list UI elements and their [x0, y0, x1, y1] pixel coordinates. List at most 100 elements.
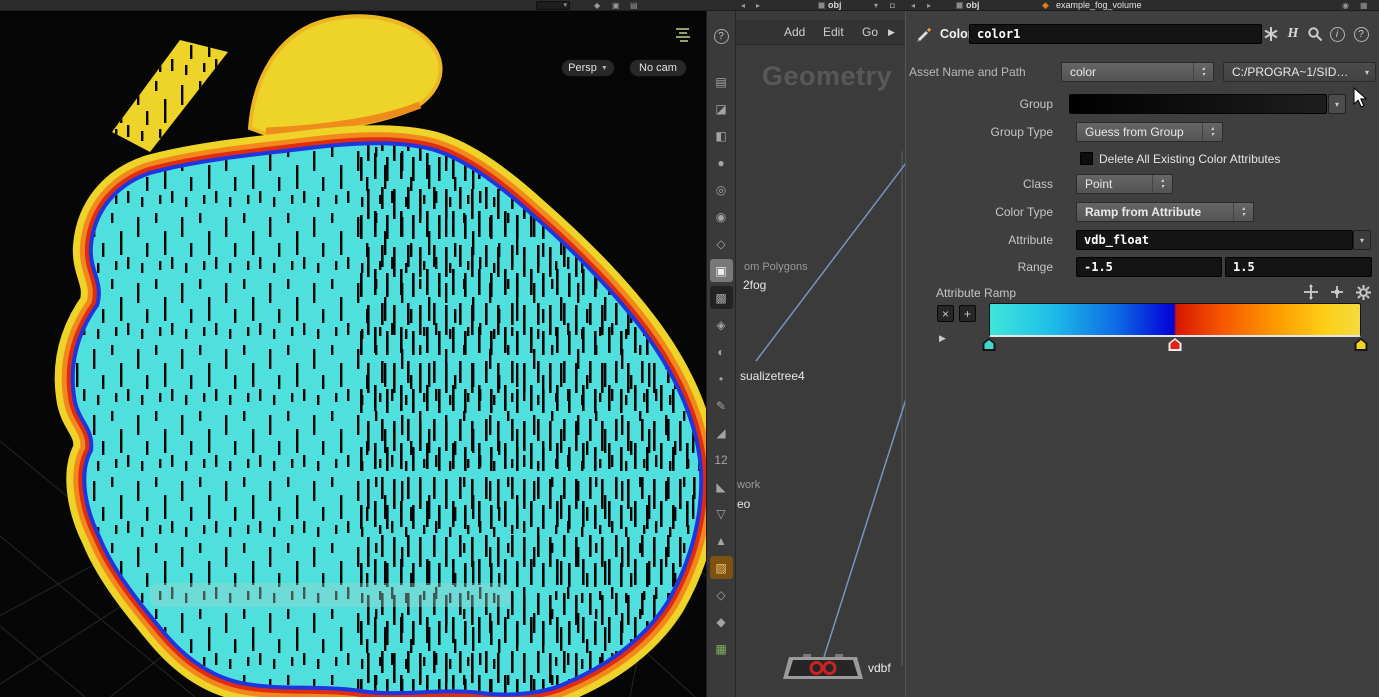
group-select-dropdown-icon[interactable]: ▾ — [1328, 94, 1346, 114]
select-objects-icon[interactable]: ● — [710, 151, 733, 174]
houdini-logo-icon[interactable]: H — [1284, 25, 1302, 43]
node-name-input[interactable]: color1 — [969, 24, 1262, 44]
spinner-arrows-icon[interactable]: ▴ ▾ — [1233, 203, 1253, 221]
delete-color-attrs-checkbox[interactable] — [1080, 152, 1093, 165]
nav-back-icon[interactable]: ◂ — [911, 0, 915, 11]
context-dropdown-icon[interactable]: ▾ — [874, 0, 878, 11]
draw-icon[interactable]: ✎ — [710, 394, 733, 417]
triangle-up-icon[interactable]: ▲ — [710, 529, 733, 552]
color-type-label: Color Type — [995, 205, 1053, 219]
shade-half-icon[interactable]: ◐ — [710, 340, 733, 363]
ramp-pan-icon[interactable] — [1302, 283, 1320, 301]
search-icon[interactable] — [1306, 25, 1324, 43]
node-label-clipped[interactable]: eo — [737, 497, 750, 511]
network-editor[interactable]: Add Edit Go ▶ Geometry om Polygons 2fog … — [735, 11, 905, 697]
ramp-add-point-button[interactable]: + — [959, 305, 976, 322]
viewport-3d[interactable]: Persp ▼ No cam — [0, 11, 706, 697]
spinner-arrows-icon[interactable]: ▴ ▾ — [1152, 175, 1172, 193]
class-value: Point — [1085, 177, 1113, 191]
corner-icon[interactable]: ◣ — [710, 475, 733, 498]
node-label-clipped[interactable]: 2fog — [743, 278, 766, 292]
point-marker-icon[interactable]: • — [710, 367, 733, 390]
color-type-dropdown[interactable]: Ramp from Attribute ▴ ▾ — [1076, 202, 1254, 222]
triangle-down-icon[interactable]: ▽ — [710, 502, 733, 525]
layout-icon[interactable]: ▤ — [630, 0, 638, 11]
show-primitives-icon[interactable]: ▩ — [709, 286, 733, 309]
attribute-ramp-label: Attribute Ramp — [936, 286, 1017, 300]
shade-mode-icon[interactable]: ◪ — [710, 97, 733, 120]
nav-forward-icon[interactable]: ▸ — [756, 0, 760, 11]
camera-menu-label: Persp — [568, 62, 597, 74]
top-toolbar: ▾ ◆ ▣ ▤ ◂ ▸ obj ▾ ◘ ◂ ▸ obj ◆ example_fo… — [0, 0, 1379, 11]
bunny-body — [54, 125, 706, 697]
color-node-icon — [914, 24, 934, 49]
ramp-marker[interactable] — [1354, 338, 1368, 351]
diamond-icon[interactable]: ◇ — [710, 583, 733, 606]
visualizer-icon[interactable]: ▨ — [709, 556, 733, 579]
mouse-cursor — [1353, 87, 1368, 108]
display-options-icon[interactable] — [674, 26, 692, 44]
network-context-chip[interactable]: obj — [818, 0, 842, 11]
camera-tool-icon[interactable]: ◇ — [710, 232, 733, 255]
class-dropdown[interactable]: Point ▴ ▾ — [1076, 174, 1173, 194]
ramp-marker[interactable] — [1168, 338, 1182, 351]
normals-icon[interactable]: ◈ — [710, 313, 733, 336]
pin-icon[interactable]: ◉ — [1342, 0, 1349, 11]
point-numbers-icon[interactable]: 12 — [710, 448, 733, 471]
nav-back-icon[interactable]: ◂ — [741, 0, 745, 11]
asset-name-dropdown[interactable]: color ▴ ▾ — [1061, 62, 1214, 82]
pane-grid-icon[interactable]: ▦ — [1360, 0, 1368, 11]
node-label-clipped[interactable]: sualizetree4 — [740, 369, 805, 383]
solid-diamond-icon[interactable]: ◆ — [710, 610, 733, 633]
group-type-dropdown[interactable]: Guess from Group ▴ ▾ — [1076, 122, 1223, 142]
node-type-label: Color — [940, 27, 973, 41]
ramp-delete-point-button[interactable]: × — [937, 305, 954, 322]
grid-display-icon[interactable]: ▦ — [710, 637, 733, 660]
show-points-icon[interactable]: ▣ — [709, 259, 733, 282]
range-max-input[interactable]: 1.5 — [1225, 257, 1372, 277]
viewport-tool-icons: ▤ ◪ ◧ ● ◎ ◉ ◇ ▣ ▩ ◈ ◐ • ✎ ◢ 12 ◣ ▽ ▲ ▨ ◇ ◆ ▦ — [707, 70, 735, 660]
lock-icon[interactable]: ◘ — [890, 0, 895, 11]
gear-menu-icon[interactable] — [1262, 25, 1280, 43]
current-node-breadcrumb[interactable]: example_fog_volume — [1056, 0, 1142, 11]
vdb-node-label[interactable]: vdbf — [868, 661, 891, 675]
asset-path-dropdown[interactable]: C:/PROGRA~1/SID… ▾ — [1223, 62, 1376, 82]
no-cam-label: No cam — [639, 62, 677, 74]
no-cam-button[interactable]: No cam — [629, 59, 687, 77]
viewport-toolbar: ? ▤ ◪ ◧ ● ◎ ◉ ◇ ▣ ▩ ◈ ◐ • ✎ ◢ 12 ◣ ▽ ▲ ▨ ◇ ◆ ▦ — [706, 11, 735, 697]
range-min-input[interactable]: -1.5 — [1076, 257, 1222, 277]
spinner-arrows-icon[interactable]: ▴ ▾ — [1193, 63, 1213, 81]
pin-icon[interactable]: ◆ — [594, 0, 600, 11]
spinner-arrows-icon[interactable]: ▴ ▾ — [1202, 123, 1222, 141]
attribute-dropdown-icon[interactable]: ▾ — [1353, 230, 1371, 250]
help-icon[interactable]: ? — [1352, 25, 1370, 43]
group-input[interactable] — [1069, 94, 1327, 114]
ramp-expand-toggle[interactable]: ▶ — [939, 333, 946, 344]
ramp-marker[interactable] — [982, 338, 996, 351]
info-icon[interactable]: i — [1328, 25, 1346, 43]
attribute-input[interactable]: vdb_float — [1076, 230, 1353, 250]
display-toggle-icon[interactable]: ▣ — [612, 0, 620, 11]
ramp-gradient[interactable] — [989, 303, 1361, 337]
nav-forward-icon[interactable]: ▸ — [927, 0, 931, 11]
toolbar-dropdown-stub[interactable]: ▾ — [536, 1, 570, 10]
attribute-label: Attribute — [1008, 233, 1053, 247]
view-tool-icon[interactable]: ◎ — [710, 178, 733, 201]
background-image-icon[interactable]: ▤ — [710, 70, 733, 93]
chevron-down-icon: ▼ — [600, 64, 608, 72]
color-type-value: Ramp from Attribute — [1085, 205, 1202, 219]
ramp-presets-gear-icon[interactable] — [1354, 283, 1372, 301]
lights-icon[interactable]: ◉ — [710, 205, 733, 228]
volume-bunny-render — [0, 14, 706, 697]
camera-menu-button[interactable]: Persp ▼ — [561, 59, 615, 77]
help-icon[interactable]: ? — [713, 29, 729, 44]
asset-name-value: color — [1070, 65, 1097, 79]
vdb-node[interactable] — [783, 654, 863, 679]
wedge-icon[interactable]: ◢ — [710, 421, 733, 444]
secure-selection-icon[interactable]: ◧ — [710, 124, 733, 147]
node-label-clipped: work — [737, 479, 761, 491]
ramp-scale-icon[interactable] — [1328, 283, 1346, 301]
range-label: Range — [1017, 260, 1053, 274]
delete-color-attrs-label: Delete All Existing Color Attributes — [1099, 152, 1281, 166]
params-context-chip[interactable]: obj — [956, 0, 980, 11]
